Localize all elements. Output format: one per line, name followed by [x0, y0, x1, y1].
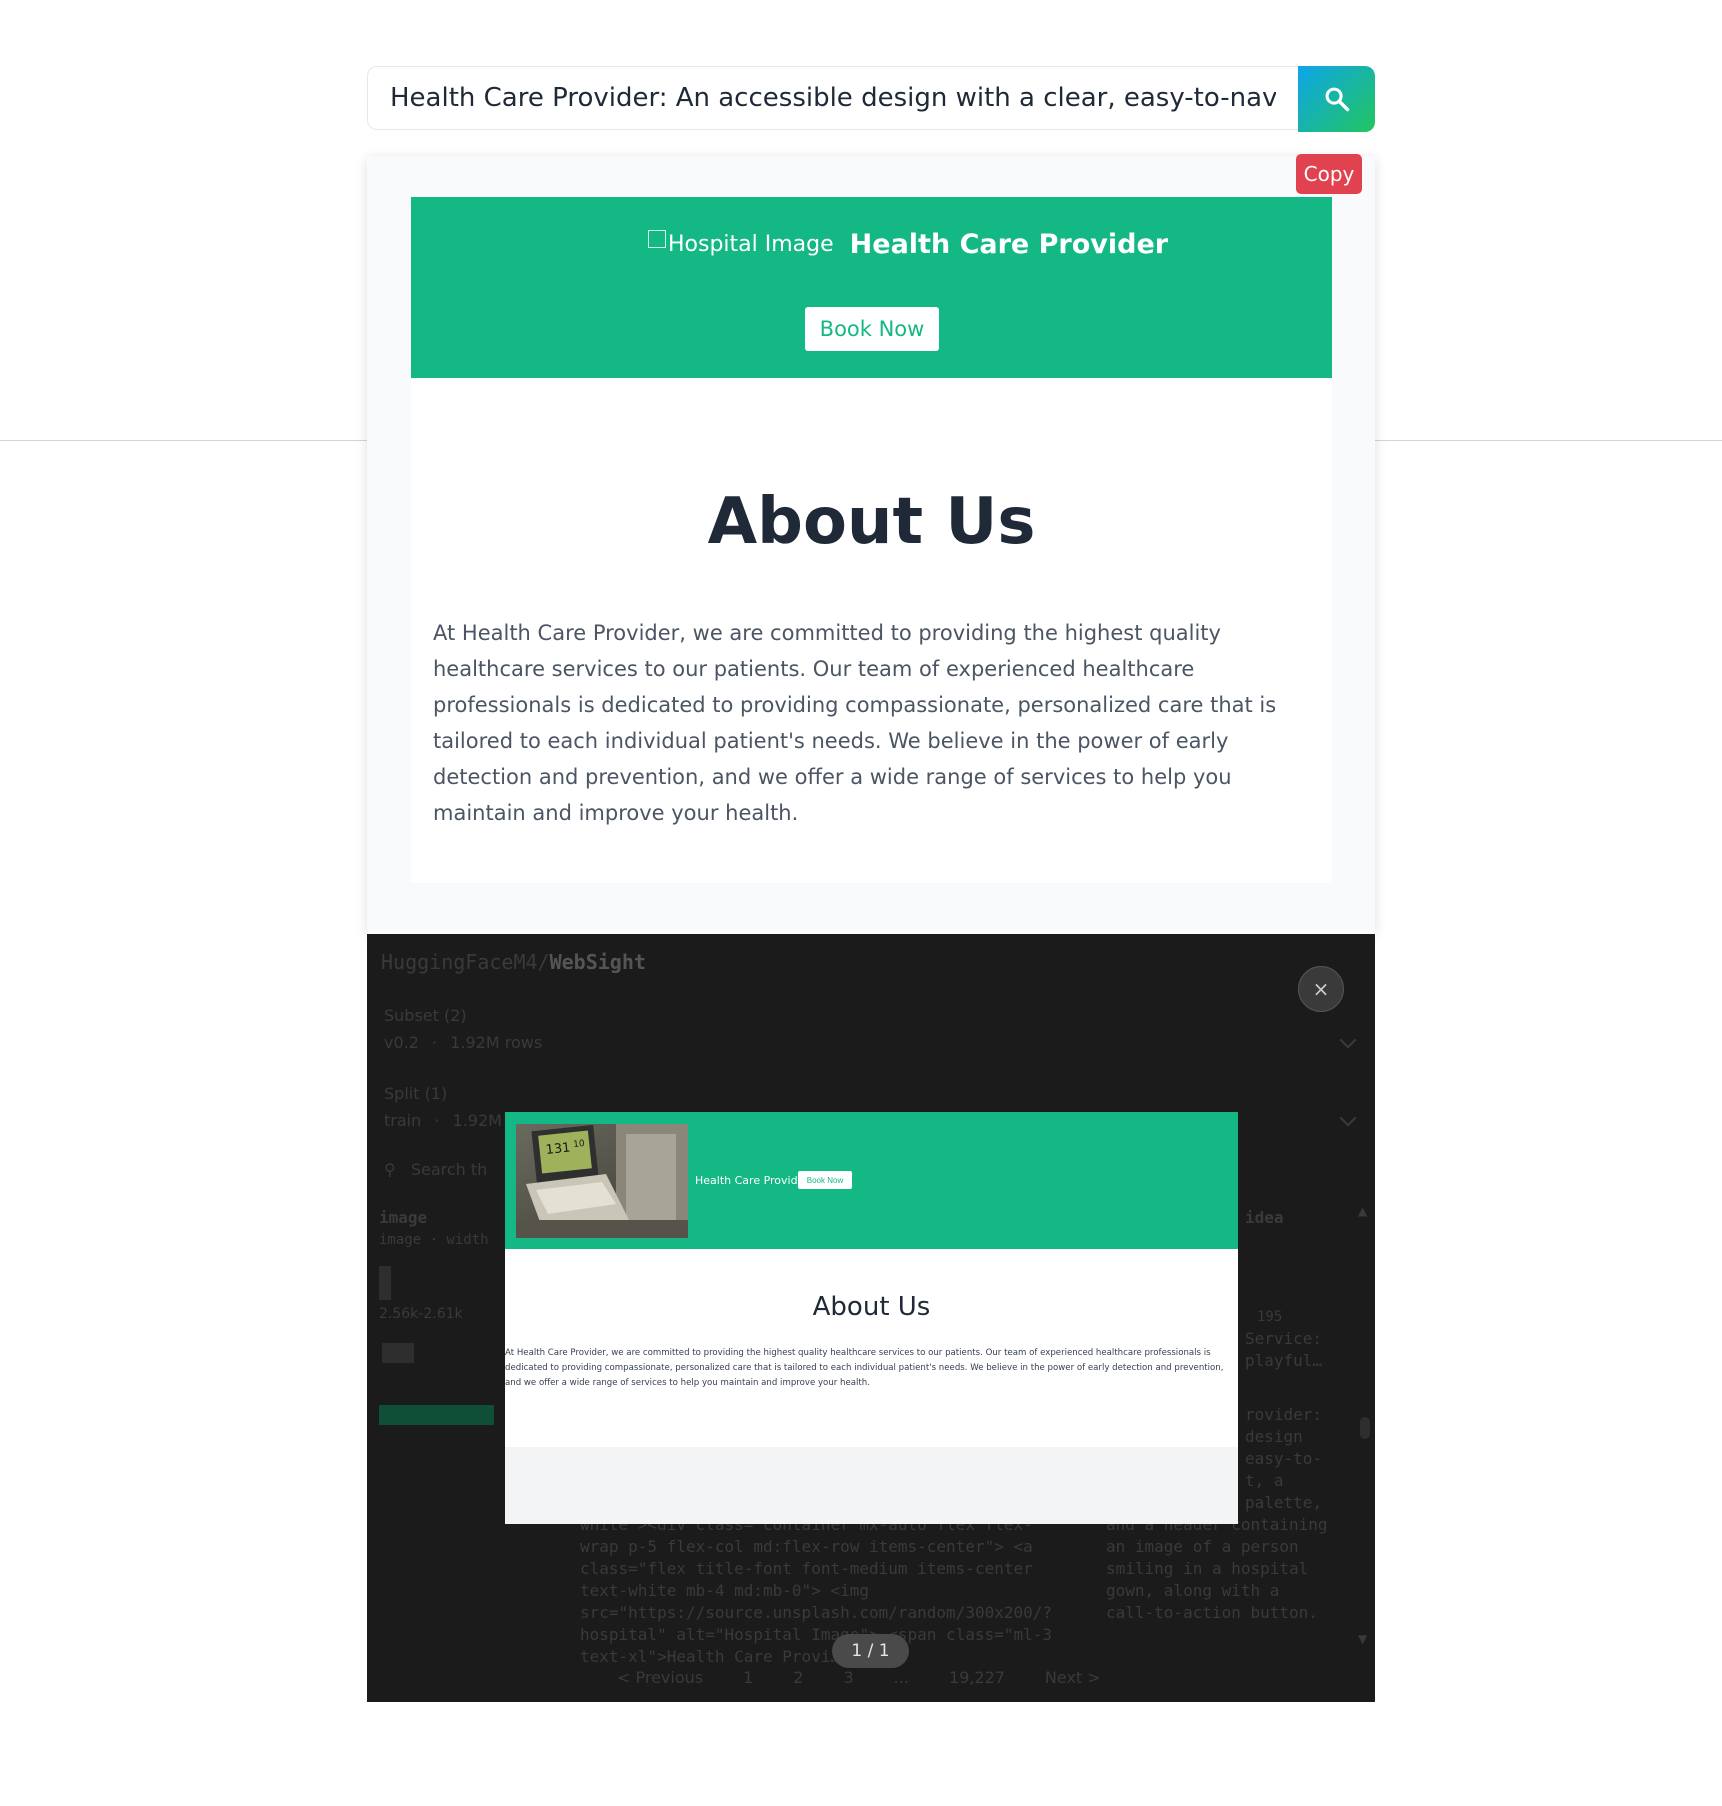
- copy-button[interactable]: Copy: [1296, 154, 1362, 194]
- idea-cell-2-continued: and a header containing an image of a pe…: [1106, 1514, 1328, 1624]
- site-brand[interactable]: Hospital Image Health Care Provider: [648, 229, 1168, 260]
- hospital-monitor-photo: 131 10: [516, 1124, 688, 1238]
- idea-line: an image of a person: [1106, 1537, 1299, 1556]
- split-rows: 1.92M: [452, 1111, 502, 1130]
- subset-chevron-down-icon[interactable]: [1339, 1031, 1357, 1049]
- page-previous[interactable]: < Previous: [617, 1668, 703, 1687]
- column-header-image[interactable]: image: [379, 1207, 427, 1229]
- preview-site: Hospital Image Health Care Provider Book…: [411, 197, 1332, 883]
- page-last[interactable]: 19,227: [949, 1668, 1005, 1687]
- idea-line: call-to-action button.: [1106, 1603, 1318, 1622]
- modal-about-heading: About Us: [812, 1292, 931, 1322]
- broken-image-icon: [648, 229, 666, 248]
- page-ellipsis: ...: [893, 1668, 909, 1687]
- subset-value[interactable]: v0.2 · 1.92M rows: [384, 1033, 542, 1052]
- page-1[interactable]: 1: [743, 1668, 753, 1687]
- code-line: text-xl">Health Care Provi…: [580, 1647, 841, 1666]
- pagination: < Previous 1 2 3 ... 19,227 Next >: [617, 1668, 1101, 1687]
- split-label: Split (1): [384, 1084, 448, 1103]
- code-line: text-white mb-4 md:mb-0"> <img: [580, 1581, 869, 1600]
- image-counter: 1 / 1: [832, 1634, 909, 1668]
- image-modal: 131 10 Health Care Provider Book Now Abo…: [505, 1112, 1238, 1524]
- dataset-name: WebSight: [549, 950, 646, 974]
- histogram-bar: [379, 1266, 391, 1300]
- svg-text:10: 10: [573, 1139, 586, 1150]
- modal-site-header: 131 10 Health Care Provider Book Now: [505, 1112, 1238, 1249]
- split-value[interactable]: train · 1.92M: [384, 1111, 502, 1130]
- svg-text:131: 131: [545, 1140, 571, 1158]
- about-paragraph: At Health Care Provider, we are committe…: [433, 621, 1277, 825]
- subset-label: Subset (2): [384, 1006, 467, 1025]
- page-next[interactable]: Next >: [1045, 1668, 1101, 1687]
- idea-cell-2: rovider: design easy-to- t, a palette,: [1245, 1404, 1322, 1514]
- search-icon: [1325, 87, 1349, 112]
- idea-count: 195: [1257, 1309, 1283, 1325]
- split-chevron-down-icon[interactable]: [1339, 1109, 1357, 1127]
- page-2[interactable]: 2: [793, 1668, 803, 1687]
- search-bar: [367, 66, 1375, 132]
- code-line: hospital" alt="Hospital Image"> <span cl…: [580, 1625, 1053, 1644]
- modal-site-footer: [505, 1447, 1238, 1524]
- code-cell: white"><div class="container mx-auto fle…: [580, 1514, 1052, 1668]
- dataset-search-icon: ⚲: [384, 1160, 396, 1179]
- idea-line: rovider:: [1245, 1405, 1323, 1424]
- dataset-title[interactable]: HuggingFaceM4/WebSight: [381, 950, 646, 974]
- code-line: src="https://source.unsplash.com/random/…: [580, 1603, 1053, 1622]
- close-button[interactable]: ×: [1298, 966, 1344, 1012]
- idea-line: palette,: [1245, 1493, 1323, 1512]
- idea-line: smiling in a hospital: [1106, 1559, 1309, 1578]
- search-button[interactable]: [1298, 66, 1375, 132]
- column-header-idea[interactable]: idea: [1245, 1207, 1284, 1229]
- size-range: 2.56k-2.61k: [379, 1306, 463, 1322]
- idea-line: easy-to-: [1245, 1449, 1323, 1468]
- idea-line: design: [1245, 1427, 1303, 1446]
- idea-line: t, a: [1245, 1471, 1284, 1490]
- code-line: wrap p-5 flex-col md:flex-row items-cent…: [580, 1537, 1033, 1556]
- subset-value-text: v0.2: [384, 1033, 419, 1052]
- search-input[interactable]: [367, 66, 1298, 130]
- site-header: Hospital Image Health Care Provider Book…: [411, 197, 1332, 378]
- modal-about-paragraph: At Health Care Provider, we are committe…: [505, 1348, 1224, 1388]
- hospital-image-alt: Hospital Image: [668, 232, 834, 257]
- dataset-org: HuggingFaceM4: [381, 950, 538, 974]
- dataset-search[interactable]: ⚲ Search th: [384, 1160, 487, 1179]
- site-title: Health Care Provider: [849, 229, 1169, 260]
- column-type-image: image · width: [379, 1232, 489, 1248]
- scroll-down-icon[interactable]: ▼: [1358, 1632, 1367, 1646]
- hospital-image-broken: Hospital Image: [648, 229, 834, 257]
- idea-line: playful…: [1245, 1351, 1323, 1370]
- idea-cell-1: Service: playful…: [1245, 1328, 1322, 1372]
- book-now-button[interactable]: Book Now: [805, 307, 939, 351]
- code-line: class="flex title-font font-medium items…: [580, 1559, 1033, 1578]
- about-heading: About Us: [707, 485, 1036, 559]
- row-thumbnail-green[interactable]: [379, 1405, 494, 1425]
- dataset-search-placeholder: Search th: [410, 1160, 488, 1179]
- modal-site-title: Health Care Provider: [695, 1174, 809, 1187]
- idea-line: gown, along with a: [1106, 1581, 1280, 1600]
- modal-book-now-button[interactable]: Book Now: [798, 1171, 852, 1189]
- split-value-text: train: [384, 1111, 422, 1130]
- page-3[interactable]: 3: [843, 1668, 853, 1687]
- row-thumbnail[interactable]: [382, 1343, 414, 1363]
- scrollbar-thumb[interactable]: [1360, 1417, 1370, 1439]
- idea-line: Service:: [1245, 1329, 1323, 1348]
- subset-rows: 1.92M rows: [450, 1033, 543, 1052]
- scroll-up-icon[interactable]: ▲: [1358, 1204, 1367, 1218]
